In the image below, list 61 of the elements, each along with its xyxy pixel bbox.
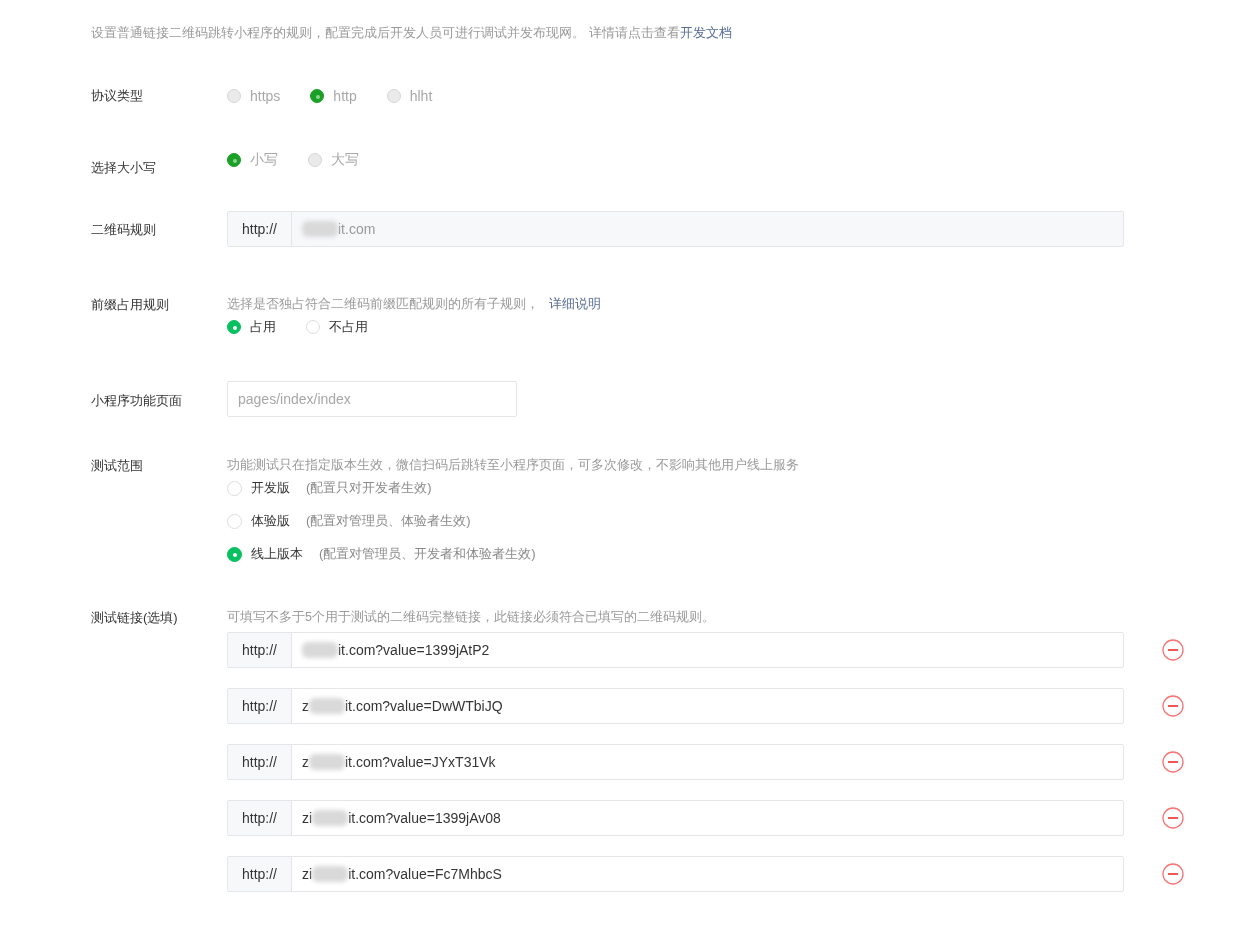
url-text: z	[302, 754, 309, 770]
protocol-prefix: http://	[228, 689, 292, 723]
redaction-mark	[309, 754, 345, 770]
option-note: (配置只对开发者生效)	[306, 479, 432, 497]
hint-text: 功能测试只在指定版本生效，微信扫码后跳转至小程序页面，可多次修改，不影响其他用户线上服务	[227, 458, 799, 472]
protocol-prefix: http://	[228, 801, 292, 835]
url-text: zi	[302, 866, 313, 882]
page-path-field[interactable]: pages/index/index	[227, 381, 517, 417]
url-text: z	[302, 698, 309, 714]
redaction-mark	[309, 698, 345, 714]
remove-icon[interactable]	[1162, 639, 1184, 661]
protocol-prefix: http://	[228, 212, 292, 246]
url-field[interactable]: http:// zi it.com?value=Fc7MhbcS	[227, 856, 1124, 892]
url-text: it.com?value=DwWTbiJQ	[345, 698, 503, 714]
redaction-mark	[312, 866, 349, 882]
radio-label: 线上版本	[251, 545, 303, 563]
remove-icon[interactable]	[1162, 807, 1184, 829]
radio-label: 不占用	[329, 318, 368, 336]
redaction-mark	[312, 810, 349, 826]
radio-label: 占用	[250, 318, 276, 336]
radio-label: 体验版	[251, 512, 290, 530]
radio-label: 开发版	[251, 479, 290, 497]
radio-label: hlht	[409, 88, 433, 104]
url-field[interactable]: http:// z it.com?value=JYxT31Vk	[227, 744, 1124, 780]
url-text: it.com	[338, 221, 376, 237]
radio-label: 大写	[331, 151, 359, 169]
url-text: it.com?value=JYxT31Vk	[345, 754, 496, 770]
radio-button[interactable]	[227, 320, 241, 334]
protocol-prefix: http://	[228, 745, 292, 779]
field-label: 小程序功能页面	[91, 392, 183, 410]
remove-icon[interactable]	[1162, 751, 1184, 773]
hint-text: 可填写不多于5个用于测试的二维码完整链接，此链接必须符合已填写的二维码规则。	[227, 610, 715, 624]
option-note: (配置对管理员、开发者和体验者生效)	[319, 545, 536, 563]
radio-label: https	[250, 88, 281, 104]
protocol-prefix: http://	[228, 857, 292, 891]
url-field[interactable]: http:// it.com?value=1399jAtP2	[227, 632, 1124, 668]
url-field[interactable]: http:// z it.com?value=DwWTbiJQ	[227, 688, 1124, 724]
url-text: it.com?value=1399jAv08	[348, 810, 501, 826]
field-label: 测试范围	[91, 457, 144, 475]
details-link[interactable]: 详细说明	[549, 297, 601, 311]
field-label: 测试链接(选填)	[91, 609, 179, 627]
field-label: 二维码规则	[91, 221, 157, 239]
field-label: 协议类型	[91, 87, 144, 105]
remove-icon[interactable]	[1162, 695, 1184, 717]
radio-label: 小写	[250, 151, 278, 169]
field-label: 选择大小写	[91, 159, 157, 177]
protocol-prefix: http://	[228, 633, 292, 667]
intro-text: 设置普通链接二维码跳转小程序的规则，配置完成后开发人员可进行调试并发布现网。 详情请点击查看开发文档	[91, 24, 733, 42]
redaction-mark	[302, 642, 338, 658]
url-text: zi	[302, 810, 313, 826]
hint-text: 选择是否独占符合二维码前缀匹配规则的所有子规则，	[227, 297, 539, 311]
radio-label: http	[333, 88, 357, 104]
field-label: 前缀占用规则	[91, 296, 170, 314]
remove-icon[interactable]	[1162, 863, 1184, 885]
option-note: (配置对管理员、体验者生效)	[306, 512, 471, 530]
radio-button[interactable]	[227, 546, 242, 562]
url-text: it.com?value=Fc7MhbcS	[348, 866, 502, 882]
redaction-mark	[302, 221, 338, 237]
url-field[interactable]: http:// zi it.com?value=1399jAv08	[227, 800, 1124, 836]
url-text: it.com?value=1399jAtP2	[338, 642, 490, 658]
docs-link[interactable]: 开发文档	[679, 25, 732, 40]
